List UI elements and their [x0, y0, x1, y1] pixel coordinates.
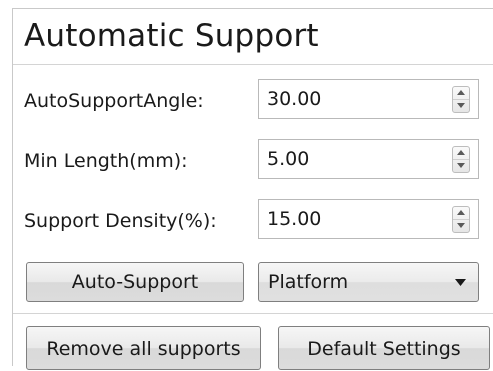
title-divider — [13, 64, 493, 65]
remove-all-supports-label: Remove all supports — [46, 338, 241, 360]
min-length-spin-buttons — [452, 146, 470, 173]
dropdown-arrow-icon[interactable] — [455, 279, 466, 286]
auto-support-angle-spin-buttons — [452, 86, 470, 113]
automatic-support-panel: Automatic Support AutoSupportAngle: 30.0… — [0, 0, 493, 370]
spin-up-arrow-icon[interactable] — [453, 147, 469, 160]
support-placement-selected: Platform — [268, 271, 349, 293]
spin-down-arrow-icon[interactable] — [453, 160, 469, 172]
support-placement-dropdown[interactable]: Platform — [258, 262, 479, 302]
min-length-value[interactable]: 5.00 — [267, 148, 309, 170]
actions-divider — [13, 313, 493, 314]
spin-up-arrow-icon[interactable] — [453, 207, 469, 220]
spin-down-arrow-icon[interactable] — [453, 100, 469, 112]
spin-up-arrow-icon[interactable] — [453, 87, 469, 100]
support-density-spin-buttons — [452, 206, 470, 233]
support-density-value[interactable]: 15.00 — [267, 208, 321, 230]
default-settings-button[interactable]: Default Settings — [278, 326, 490, 370]
min-length-spinbox[interactable]: 5.00 — [258, 139, 479, 179]
remove-all-supports-button[interactable]: Remove all supports — [26, 326, 261, 370]
auto-support-button[interactable]: Auto-Support — [26, 262, 244, 302]
auto-support-angle-spinbox[interactable]: 30.00 — [258, 79, 479, 119]
auto-support-button-label: Auto-Support — [71, 271, 199, 293]
auto-support-angle-value[interactable]: 30.00 — [267, 88, 321, 110]
min-length-label: Min Length(mm): — [24, 150, 188, 172]
spin-down-arrow-icon[interactable] — [453, 220, 469, 232]
support-density-label: Support Density(%): — [24, 210, 217, 232]
default-settings-label: Default Settings — [307, 338, 461, 360]
panel-top-border — [12, 8, 493, 9]
support-density-spinbox[interactable]: 15.00 — [258, 199, 479, 239]
panel-title: Automatic Support — [24, 18, 319, 54]
auto-support-angle-label: AutoSupportAngle: — [24, 90, 204, 112]
